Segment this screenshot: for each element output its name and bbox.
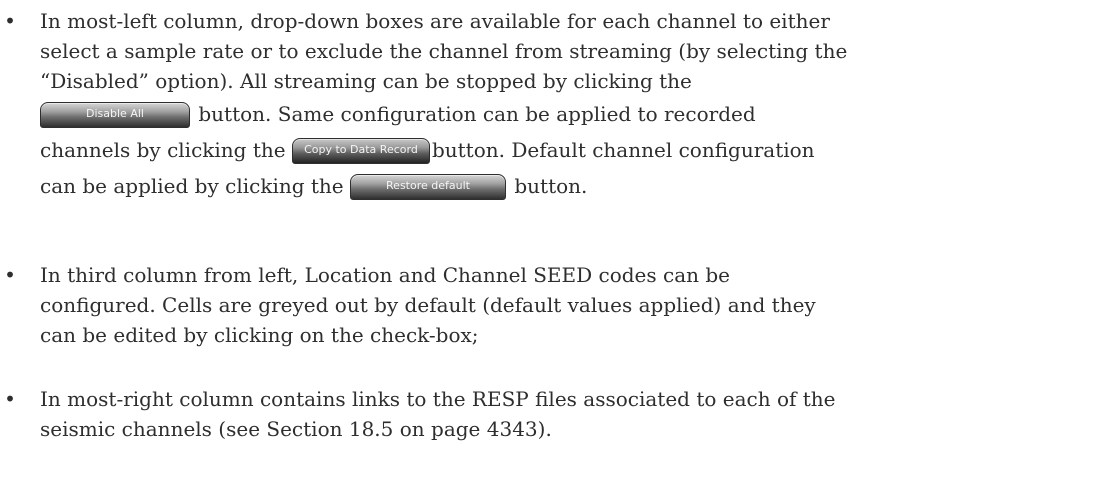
restore-default-button[interactable]: Restore default bbox=[350, 173, 507, 200]
bullet-marker: • bbox=[4, 387, 16, 411]
text-line: “Disabled” option). All streaming can be… bbox=[40, 69, 692, 93]
disable-all-button[interactable]: Disable All bbox=[40, 101, 190, 128]
text-fragment: button. bbox=[514, 174, 588, 198]
document-page: • In most-left column, drop-down boxes a… bbox=[0, 0, 1107, 480]
text-line: channels by clicking the Copy to Data Re… bbox=[40, 132, 1100, 168]
text-fragment: channels by clicking the bbox=[40, 138, 286, 162]
text-line: select a sample rate or to exclude the c… bbox=[40, 39, 848, 63]
text-line: seismic channels (see Section 18.5 on pa… bbox=[40, 417, 552, 441]
copy-to-data-record-button[interactable]: Copy to Data Record bbox=[291, 137, 430, 164]
text-line: configured. Cells are greyed out by defa… bbox=[40, 293, 816, 317]
text-line: Disable All button. Same configuration c… bbox=[40, 96, 1100, 132]
bullet-text: In third column from left, Location and … bbox=[40, 260, 1100, 350]
text-line: can be edited by clicking on the check-b… bbox=[40, 323, 479, 347]
text-fragment: button. Default channel configuration bbox=[431, 138, 815, 162]
text-line: can be applied by clicking the Restore d… bbox=[40, 168, 1100, 204]
text-line: In most-left column, drop-down boxes are… bbox=[40, 9, 830, 33]
bullet-marker: • bbox=[4, 263, 16, 287]
bullet-text: In most-left column, drop-down boxes are… bbox=[40, 6, 1100, 204]
text-fragment: can be applied by clicking the bbox=[40, 174, 344, 198]
bullet-text: In most-right column contains links to t… bbox=[40, 384, 1100, 444]
bullet-marker: • bbox=[4, 9, 16, 33]
text-fragment: button. Same configuration can be applie… bbox=[198, 102, 756, 126]
text-line: In most-right column contains links to t… bbox=[40, 387, 836, 411]
text-line: In third column from left, Location and … bbox=[40, 263, 730, 287]
